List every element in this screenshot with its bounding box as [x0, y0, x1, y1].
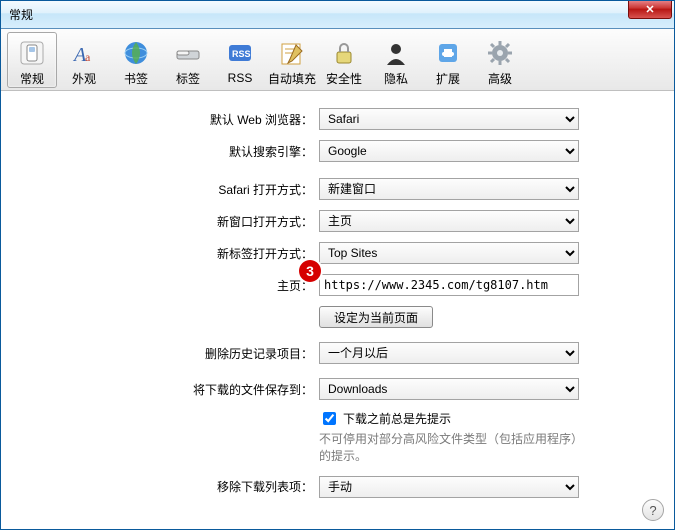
tab-security[interactable]: 安全性 [319, 32, 369, 88]
tab-label: 常规 [20, 70, 44, 87]
person-icon [380, 37, 412, 68]
label-new-tab: 新标签打开方式： [21, 245, 319, 262]
select-remove-dl[interactable]: 手动 [319, 476, 579, 498]
label-new-window: 新窗口打开方式： [21, 213, 319, 230]
close-icon: ✕ [645, 3, 654, 16]
window-title: 常规 [5, 6, 33, 23]
set-current-page-button[interactable]: 设定为当前页面 [319, 306, 433, 328]
titlebar: 常规 ✕ [1, 1, 674, 29]
font-icon: Aa [68, 37, 100, 68]
gear-icon [484, 37, 516, 68]
select-default-browser[interactable]: Safari [319, 108, 579, 130]
label-safari-open: Safari 打开方式： [21, 181, 319, 198]
tab-extensions[interactable]: 扩展 [423, 32, 473, 88]
label-downloads-loc: 将下载的文件保存到： [21, 381, 319, 398]
select-new-window[interactable]: 主页 [319, 210, 579, 232]
callout-badge: 3 [299, 260, 321, 282]
label-default-browser: 默认 Web 浏览器： [21, 111, 319, 128]
label-dl-prompt: 下载之前总是先提示 [343, 410, 451, 427]
select-downloads-loc[interactable]: Downloads [319, 378, 579, 400]
svg-text:a: a [85, 50, 91, 64]
label-default-search: 默认搜索引擎： [21, 143, 319, 160]
dl-note: 不可停用对部分高风险文件类型（包括应用程序）的提示。 [319, 431, 579, 465]
help-button[interactable]: ? [642, 499, 664, 521]
tab-privacy[interactable]: 隐私 [371, 32, 421, 88]
tab-label: 隐私 [384, 70, 408, 87]
tab-bookmarks[interactable]: 书签 [111, 32, 161, 88]
select-default-search[interactable]: Google [319, 140, 579, 162]
puzzle-icon [432, 37, 464, 68]
tab-label: 高级 [488, 70, 512, 87]
pencil-icon [276, 37, 308, 68]
rss-icon: RSS [224, 37, 256, 69]
checkbox-dl-prompt[interactable] [323, 412, 336, 425]
tab-label: 书签 [124, 70, 148, 87]
toolbar: 常规 Aa 外观 书签 标签 RSS RSS 自动填充 安全性 [1, 29, 674, 91]
tab-label: 自动填充 [268, 70, 316, 87]
tab-tabs[interactable]: 标签 [163, 32, 213, 88]
tab-label: 安全性 [326, 70, 362, 87]
tab-autofill[interactable]: 自动填充 [267, 32, 317, 88]
label-homepage: 主页： [21, 277, 319, 294]
tab-label: RSS [228, 71, 253, 85]
select-history[interactable]: 一个月以后 [319, 342, 579, 364]
tab-rss[interactable]: RSS RSS [215, 32, 265, 88]
tab-appearance[interactable]: Aa 外观 [59, 32, 109, 88]
tab-label: 标签 [176, 70, 200, 87]
close-button[interactable]: ✕ [628, 1, 672, 19]
select-new-tab[interactable]: Top Sites [319, 242, 579, 264]
label-remove-dl: 移除下载列表项： [21, 478, 319, 495]
select-safari-open[interactable]: 新建窗口 [319, 178, 579, 200]
tab-advanced[interactable]: 高级 [475, 32, 525, 88]
help-icon: ? [649, 503, 656, 518]
tab-icon [172, 37, 204, 68]
svg-text:RSS: RSS [232, 49, 251, 59]
form-area: 默认 Web 浏览器： Safari 默认搜索引擎： Google Safari… [1, 91, 674, 499]
tab-label: 外观 [72, 70, 96, 87]
lock-icon [328, 37, 360, 68]
label-history: 删除历史记录项目： [21, 345, 319, 362]
tab-label: 扩展 [436, 70, 460, 87]
switch-icon [16, 37, 48, 68]
globe-icon [120, 37, 152, 68]
tab-general[interactable]: 常规 [7, 32, 57, 88]
homepage-input[interactable] [319, 274, 579, 296]
